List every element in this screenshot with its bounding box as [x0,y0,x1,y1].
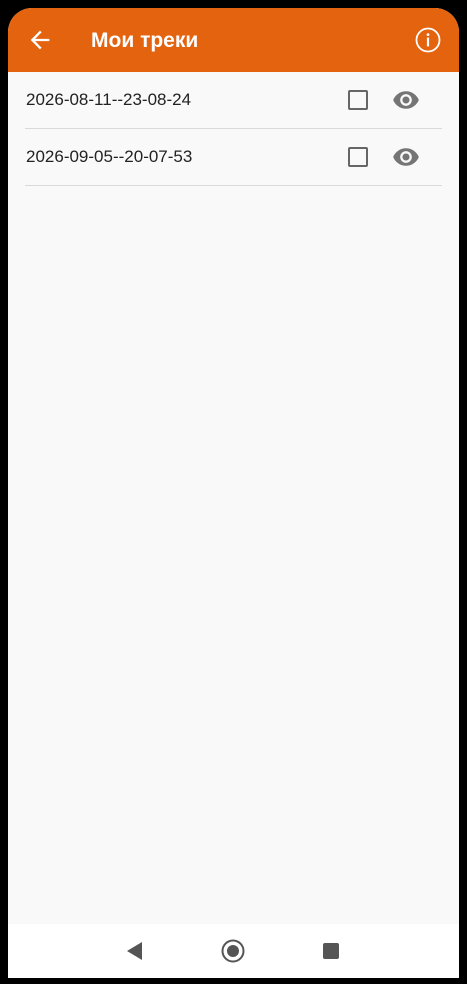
app-screen: Мои треки 2026-08-11--23-08-24 2026-09-0… [8,8,459,978]
eye-icon[interactable] [392,143,420,171]
app-bar: Мои треки [8,8,459,72]
system-nav-bar [8,924,459,978]
track-name: 2026-09-05--20-07-53 [26,147,193,166]
nav-home-circle-icon[interactable] [220,938,246,964]
nav-back-triangle-icon[interactable] [122,938,148,964]
arrow-back-icon[interactable] [26,26,54,54]
track-name: 2026-08-11--23-08-24 [26,90,192,109]
track-checkbox[interactable] [348,147,368,167]
nav-recents-square-icon[interactable] [318,938,344,964]
tracks-list: 2026-08-11--23-08-24 2026-09-05--20-07-5… [25,72,442,186]
track-row[interactable]: 2026-09-05--20-07-53 [25,129,442,186]
track-checkbox[interactable] [348,90,368,110]
track-row[interactable]: 2026-08-11--23-08-24 [25,72,442,129]
info-icon[interactable] [415,27,441,53]
eye-icon[interactable] [392,86,420,114]
page-title: Мои треки [91,29,199,52]
